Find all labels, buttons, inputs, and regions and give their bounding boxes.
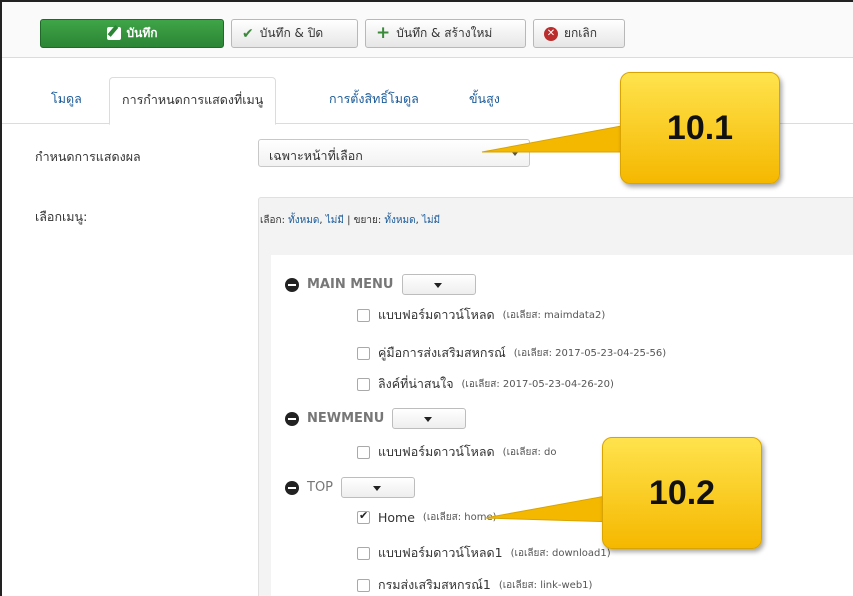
cancel-button[interactable]: ✕ ยกเลิก <box>533 19 625 48</box>
callout-badge: 10.1 <box>620 72 780 184</box>
select-none-link[interactable]: ไม่มี <box>326 215 344 226</box>
quick-select-bar: เลือก: ทั้งหมด, ไม่มี | ขยาย: ทั้งหมด, ไ… <box>260 213 440 228</box>
menu-select-label: เลือกเมนู: <box>35 209 88 224</box>
menu-item-alias: (เอเลียส: do <box>502 446 557 458</box>
menu-item[interactable]: ลิงค์ที่น่าสนใจ (เอเลียส: 2017-05-23-04-… <box>357 374 614 394</box>
edit-icon <box>106 27 121 40</box>
group-dropdown-button[interactable] <box>341 477 416 498</box>
menu-item-alias: (เอเลียส: download1) <box>510 547 611 559</box>
expand-prefix: ขยาย: <box>353 215 382 226</box>
module-editor: บันทึก ✔ บันทึก & ปิด + บันทึก & สร้างให… <box>0 0 853 596</box>
callout-pointer <box>484 493 617 523</box>
menu-item-alias: (เอเลียส: 2017-05-23-04-26-20) <box>461 378 614 390</box>
save-new-label: บันทึก & สร้างใหม่ <box>396 26 493 40</box>
collapse-icon[interactable] <box>285 480 299 495</box>
comma: , <box>415 215 419 226</box>
menu-item-label: แบบฟอร์มดาวน์โหลด <box>378 444 495 459</box>
checkbox[interactable] <box>357 308 370 322</box>
checkbox[interactable] <box>357 346 370 360</box>
menu-item[interactable]: กรมส่งเสริมสหกรณ์1 (เอเลียส: link-web1) <box>357 575 592 595</box>
expand-all-link[interactable]: ทั้งหมด <box>384 215 415 226</box>
checkbox[interactable] <box>357 509 370 524</box>
toolbar: บันทึก ✔ บันทึก & ปิด + บันทึก & สร้างให… <box>2 2 853 58</box>
callout-badge: 10.2 <box>602 437 762 549</box>
menu-item-label: Home <box>378 510 415 525</box>
tab-advanced[interactable]: ขั้นสูง <box>469 89 500 109</box>
assignment-value: เฉพาะหน้าที่เลือก <box>269 148 363 163</box>
expand-none-link[interactable]: ไม่มี <box>422 215 440 226</box>
tab-menu-assignment[interactable]: การกำหนดการแสดงที่เมนู <box>109 77 277 125</box>
menu-group-main-menu: MAIN MENU <box>285 274 476 295</box>
menu-item-label: กรมส่งเสริมสหกรณ์1 <box>378 577 491 592</box>
cancel-label: ยกเลิก <box>564 26 598 40</box>
checkbox[interactable] <box>357 546 370 560</box>
plus-icon: + <box>376 23 391 43</box>
checkbox[interactable] <box>357 578 370 592</box>
cancel-icon: ✕ <box>544 26 558 41</box>
menu-item-label: แบบฟอร์มดาวน์โหลด <box>378 307 495 322</box>
collapse-icon[interactable] <box>285 277 299 292</box>
menu-group-title: NEWMENU <box>307 411 385 426</box>
menu-group-title: TOP <box>307 480 334 495</box>
tab-module[interactable]: โมดูล <box>51 89 82 109</box>
select-all-link[interactable]: ทั้งหมด <box>288 215 319 226</box>
menu-item-label: แบบฟอร์มดาวน์โหลด1 <box>378 545 503 560</box>
menu-item[interactable]: แบบฟอร์มดาวน์โหลด1 (เอเลียส: download1) <box>357 543 611 563</box>
menu-item[interactable]: แบบฟอร์มดาวน์โหลด (เอเลียส: maimdata2) <box>357 305 605 325</box>
menu-item[interactable]: คู่มือการส่งเสริมสหกรณ์ (เอเลียส: 2017-0… <box>357 343 666 363</box>
save-button[interactable]: บันทึก <box>40 19 224 48</box>
checkbox[interactable] <box>357 377 370 391</box>
menu-item-alias: (เอเลียส: link-web1) <box>498 579 593 591</box>
menu-item[interactable]: แบบฟอร์มดาวน์โหลด (เอเลียส: do <box>357 442 557 462</box>
separator: | <box>347 215 351 226</box>
comma: , <box>319 215 323 226</box>
checkbox[interactable] <box>357 445 370 459</box>
select-prefix: เลือก: <box>260 215 285 226</box>
callout-pointer <box>481 123 632 153</box>
tab-module-permissions[interactable]: การตั้งสิทธิ์โมดูล <box>329 89 419 109</box>
menu-item-label: คู่มือการส่งเสริมสหกรณ์ <box>378 345 506 360</box>
collapse-icon[interactable] <box>285 411 299 426</box>
menu-item-alias: (เอเลียส: 2017-05-23-04-25-56) <box>513 347 667 359</box>
save-new-button[interactable]: + บันทึก & สร้างใหม่ <box>365 19 526 48</box>
menu-item-alias: (เอเลียส: maimdata2) <box>502 309 606 321</box>
menu-item[interactable]: Home (เอเลียส: home) <box>357 509 497 525</box>
assignment-label: กำหนดการแสดงผล <box>35 149 141 164</box>
group-dropdown-button[interactable] <box>392 408 467 429</box>
menu-group-title: MAIN MENU <box>307 277 394 292</box>
save-close-label: บันทึก & ปิด <box>259 26 324 40</box>
group-dropdown-button[interactable] <box>401 274 476 295</box>
menu-group-newmenu: NEWMENU <box>285 408 467 429</box>
menu-item-label: ลิงค์ที่น่าสนใจ <box>378 376 454 391</box>
menu-group-top: TOP <box>285 477 416 498</box>
save-close-button[interactable]: ✔ บันทึก & ปิด <box>231 19 358 48</box>
save-label: บันทึก <box>126 26 158 40</box>
check-icon: ✔ <box>242 25 254 42</box>
